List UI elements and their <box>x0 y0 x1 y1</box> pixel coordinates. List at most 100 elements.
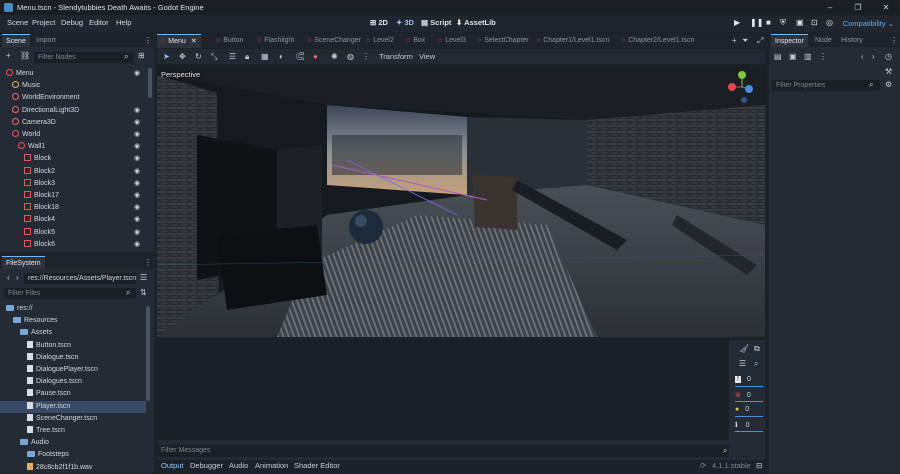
toggle-search-icon[interactable]: ☰ <box>739 359 746 368</box>
sort-icon[interactable]: ⇅ <box>140 288 147 297</box>
tab-import[interactable]: Import <box>32 34 60 47</box>
history-menu-icon[interactable]: ◷ <box>885 52 892 61</box>
scene-tree-row[interactable]: Camera3D ◉ <box>0 117 148 129</box>
remote-debug-icon[interactable]: ⛨ <box>780 18 786 28</box>
tab-shader-editor[interactable]: Shader Editor <box>294 461 340 470</box>
viewport-perspective-label[interactable]: Perspective <box>161 70 200 79</box>
menu-help[interactable]: Help <box>116 18 131 27</box>
visibility-eye-icon[interactable]: ◉ <box>134 214 140 226</box>
file-row[interactable]: 28c8cb2f1f1b.wav <box>0 462 146 474</box>
scene-tab[interactable]: ○ Chapter2/Level1.tscn <box>617 34 698 48</box>
play-scene-icon[interactable]: ▣ <box>796 18 804 27</box>
scene-tree-row[interactable]: Menu ◉ <box>0 68 148 80</box>
transform-menu[interactable]: Transform <box>379 52 413 61</box>
file-row[interactable]: Button.tscn <box>0 340 146 352</box>
path-field[interactable]: res://Resources/Assets/Player.tscn <box>24 273 136 284</box>
folder-row[interactable]: Resources <box>0 315 146 327</box>
menu-project[interactable]: Project <box>32 18 55 27</box>
mode-3d-button[interactable]: ✦ 3D <box>396 18 414 27</box>
menu-editor[interactable]: Editor <box>89 18 109 27</box>
history-forward-icon[interactable]: › <box>872 52 875 61</box>
visibility-eye-icon[interactable]: ◉ <box>134 178 140 190</box>
filter-properties-input[interactable]: Filter Properties <box>772 80 880 91</box>
close-tab-icon[interactable]: ✕ <box>191 38 197 45</box>
scene-tree[interactable]: Menu ◉ Music WorldEnvironment DirectionalLig… <box>0 68 148 252</box>
mode-assetlib-button[interactable]: ⬇ AssetLib <box>456 18 496 27</box>
file-tree-scrollbar[interactable] <box>146 306 150 401</box>
visibility-eye-icon[interactable]: ◉ <box>134 202 140 214</box>
load-resource-icon[interactable]: ▣ <box>789 52 797 61</box>
scene-tree-row[interactable]: Block2 ◉ <box>0 166 148 178</box>
copy-output-icon[interactable]: ⧉ <box>754 344 760 354</box>
tab-scene[interactable]: Scene <box>2 34 30 47</box>
resource-menu-icon[interactable]: ⋮ <box>819 52 827 61</box>
maximize-button[interactable]: ❐ <box>844 0 872 15</box>
visibility-eye-icon[interactable]: ◉ <box>134 117 140 129</box>
attach-script-icon[interactable]: ⊞ <box>138 51 145 60</box>
split-view-icon[interactable]: ☰ <box>140 273 147 282</box>
folder-row[interactable]: res:// <box>0 303 146 315</box>
editor-message-counter[interactable]: ℹ0 <box>735 421 763 432</box>
scene-tab[interactable]: ○ SelectChapter <box>473 34 533 48</box>
visibility-eye-icon[interactable]: ◉ <box>134 141 140 153</box>
filter-files-input[interactable]: Filter Files <box>4 288 136 299</box>
visibility-eye-icon[interactable]: ◉ <box>134 105 140 117</box>
filter-messages-input[interactable]: Filter Messages <box>157 445 729 457</box>
tab-debugger[interactable]: Debugger <box>190 461 223 470</box>
pause-icon[interactable]: ❚❚ <box>750 18 763 27</box>
close-button[interactable]: ✕ <box>872 0 900 15</box>
stop-icon[interactable]: ■ <box>766 18 771 27</box>
scene-tree-row[interactable]: Block5 ◉ <box>0 227 148 239</box>
visibility-eye-icon[interactable]: ◉ <box>134 129 140 141</box>
dock-menu-icon[interactable]: ⋮ <box>144 36 152 45</box>
output-log[interactable] <box>157 340 729 440</box>
movie-maker-icon[interactable]: ◎ <box>826 18 833 27</box>
instance-scene-icon[interactable]: ⛓ <box>20 51 30 60</box>
camera-preview-icon[interactable]: ● <box>313 52 318 61</box>
file-row[interactable]: Dialogue.tscn <box>0 352 146 364</box>
tab-inspector[interactable]: Inspector <box>771 34 808 47</box>
mode-script-button[interactable]: ▤ Script <box>421 18 451 27</box>
lock-icon[interactable]: 🔒︎ <box>245 52 249 62</box>
minimize-button[interactable]: – <box>816 0 844 15</box>
save-resource-icon[interactable]: ▥ <box>804 52 812 61</box>
scene-tree-row[interactable]: Music <box>0 80 148 92</box>
file-row[interactable]: Pause.tscn <box>0 388 146 400</box>
folder-row[interactable]: Footsteps <box>0 449 146 461</box>
back-icon[interactable]: ‹ <box>7 273 10 282</box>
add-node-icon[interactable]: + <box>6 51 11 60</box>
move-tool-icon[interactable]: ✥ <box>179 52 186 61</box>
inspector-settings-icon[interactable]: ⚙ <box>885 80 892 89</box>
file-row[interactable]: Player.tscn <box>0 400 146 413</box>
filter-nodes-input[interactable]: Filter Nodes <box>34 52 134 63</box>
history-back-icon[interactable]: ‹ <box>861 52 864 61</box>
scene-tab[interactable]: ○ Flashlight <box>253 34 298 48</box>
visibility-eye-icon[interactable]: ◉ <box>134 239 140 251</box>
scene-tab[interactable]: ○ Box <box>402 34 429 48</box>
menu-debug[interactable]: Debug <box>61 18 83 27</box>
scene-tree-row[interactable]: WorldEnvironment <box>0 92 148 104</box>
file-row[interactable]: SceneChanger.tscn <box>0 413 146 425</box>
visibility-eye-icon[interactable]: ◉ <box>134 190 140 202</box>
tab-output[interactable]: Output <box>161 461 184 470</box>
forward-icon[interactable]: › <box>16 273 19 282</box>
3d-viewport[interactable]: Perspective <box>157 65 765 337</box>
scene-tree-row[interactable]: Block4 ◉ <box>0 214 148 226</box>
scene-tree-scrollbar[interactable] <box>148 68 152 98</box>
scene-tree-row[interactable]: World ◉ <box>0 129 148 141</box>
dock-menu-icon[interactable]: ⋮ <box>890 36 898 45</box>
file-row[interactable]: DialoguePlayer.tscn <box>0 364 146 376</box>
file-tree[interactable]: res:// Resources Assets Button.tscn Dialogue… <box>0 303 146 473</box>
folder-row[interactable]: Audio <box>0 437 146 449</box>
use-local-space-icon[interactable]: ◐ <box>279 52 284 61</box>
visibility-eye-icon[interactable]: ◉ <box>134 68 140 80</box>
rotate-tool-icon[interactable]: ↻ <box>195 52 202 61</box>
scene-tree-row[interactable]: Block17 ◉ <box>0 190 148 202</box>
scene-tree-row[interactable]: DirectionalLight3D ◉ <box>0 105 148 117</box>
new-resource-icon[interactable]: ▤ <box>774 52 782 61</box>
scene-tree-row[interactable]: Block3 ◉ <box>0 178 148 190</box>
scene-tree-row[interactable]: Block18 ◉ <box>0 202 148 214</box>
tab-history[interactable]: History <box>837 34 867 47</box>
group-icon[interactable]: ▦ <box>261 52 269 61</box>
scene-tab[interactable]: ○ Level3 <box>434 34 470 48</box>
